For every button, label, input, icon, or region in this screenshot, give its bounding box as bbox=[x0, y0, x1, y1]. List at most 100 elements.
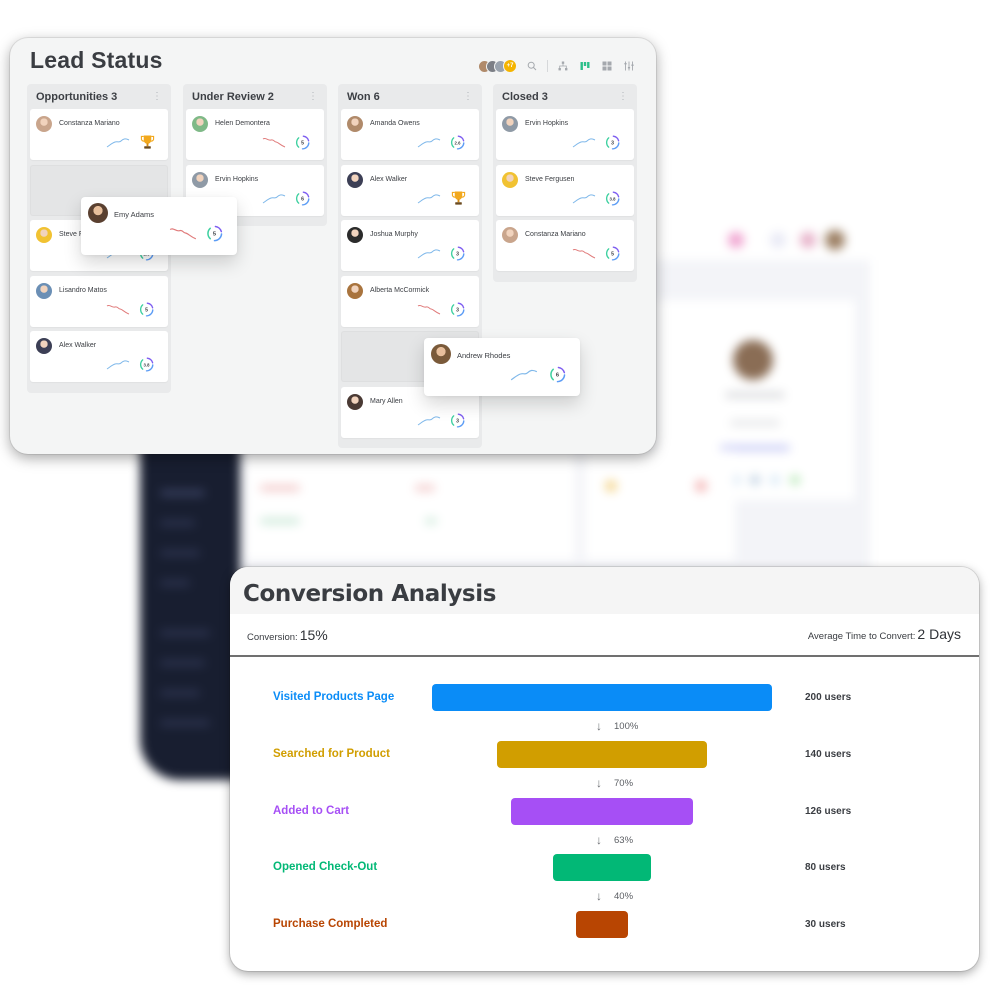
background-icon bbox=[750, 475, 760, 485]
lead-card[interactable]: Steve Fergusen 3.8 bbox=[496, 164, 634, 216]
score-ring: 2.6 bbox=[451, 135, 465, 150]
score-ring: 5 bbox=[606, 246, 620, 261]
background-text-line bbox=[425, 518, 437, 524]
avatar bbox=[502, 116, 518, 132]
dragging-lead-card[interactable]: Emy Adams 5 bbox=[81, 197, 237, 255]
funnel-users-count: 80 users bbox=[805, 862, 846, 873]
arrow-down-icon: ↓ bbox=[596, 833, 602, 847]
avatar bbox=[347, 227, 363, 243]
background-nav-line bbox=[160, 550, 200, 556]
step-conversion-rate: ↓ 100% bbox=[596, 719, 638, 733]
lead-card[interactable]: Lisandro Matos 5 bbox=[30, 275, 168, 327]
score-value: 3 bbox=[611, 140, 614, 146]
funnel-step: Purchase Completed 30 users bbox=[230, 911, 979, 939]
trend-up-sparkline bbox=[572, 193, 596, 203]
grid-view-icon[interactable] bbox=[600, 59, 614, 73]
column-title: Won 6 bbox=[347, 90, 380, 103]
avatar bbox=[88, 203, 108, 223]
step-rate-value: 70% bbox=[614, 777, 634, 789]
lead-card[interactable]: Amanda Owens 2.6 bbox=[341, 109, 479, 160]
lead-name: Alberta McCormick bbox=[370, 286, 430, 294]
background-nav-line bbox=[160, 580, 190, 586]
conversion-rate-value: 15% bbox=[299, 627, 328, 643]
hierarchy-icon[interactable] bbox=[556, 59, 570, 73]
funnel-step-label: Visited Products Page bbox=[273, 691, 395, 703]
team-avatars[interactable]: +7 bbox=[478, 59, 517, 73]
lead-card[interactable]: Joshua Murphy 3 bbox=[341, 220, 479, 271]
dragging-lead-card[interactable]: Andrew Rhodes 6 bbox=[424, 338, 580, 396]
column-title: Under Review 2 bbox=[192, 90, 274, 103]
background-icon bbox=[800, 232, 816, 248]
lead-card[interactable]: Alex Walker bbox=[341, 164, 479, 216]
lead-name: Constanza Mariano bbox=[525, 231, 586, 238]
background-icon bbox=[728, 232, 744, 248]
column-title: Closed 3 bbox=[502, 90, 548, 103]
trophy-icon bbox=[140, 135, 155, 149]
conversion-rate: Conversion: 15% bbox=[247, 627, 328, 643]
lead-card[interactable]: Constanza Mariano bbox=[30, 109, 168, 160]
step-rate-value: 40% bbox=[614, 890, 634, 902]
kanban-column: Closed 3 ⋮ Ervin Hopkins 3 Steve Fergusen 3.8… bbox=[493, 84, 637, 282]
score-ring: 3 bbox=[451, 413, 465, 428]
step-rate-value: 100% bbox=[614, 720, 639, 732]
kanban-view-icon[interactable] bbox=[578, 59, 592, 73]
lead-card[interactable]: Alex Walker 3.8 bbox=[30, 331, 168, 382]
background-table bbox=[585, 450, 735, 560]
search-icon[interactable] bbox=[525, 59, 539, 73]
arrow-down-icon: ↓ bbox=[596, 889, 602, 903]
lead-name: Constanza Mariano bbox=[59, 120, 120, 127]
avatar bbox=[347, 116, 363, 132]
trend-down-sparkline bbox=[106, 304, 130, 314]
trend-up-sparkline bbox=[572, 138, 596, 148]
score-ring: 5 bbox=[140, 302, 154, 317]
more-members-badge[interactable]: +7 bbox=[503, 59, 517, 73]
avatar bbox=[36, 116, 52, 132]
more-vertical-icon[interactable]: ⋮ bbox=[308, 91, 318, 102]
lead-name: Helen Demontera bbox=[215, 120, 270, 127]
funnel-bar[interactable] bbox=[496, 741, 708, 768]
background-nav-line bbox=[160, 630, 210, 636]
conversion-title: Conversion Analysis bbox=[243, 581, 496, 607]
conversion-stats: Conversion: 15% Average Time to Convert: 2… bbox=[230, 614, 979, 657]
trend-up-sparkline bbox=[417, 415, 441, 425]
lead-card[interactable]: Constanza Mariano 5 bbox=[496, 220, 634, 271]
avatar bbox=[347, 282, 363, 299]
score-value: 5 bbox=[301, 140, 304, 146]
column-header: Closed 3 ⋮ bbox=[496, 84, 634, 109]
funnel-bar[interactable] bbox=[432, 684, 772, 711]
trend-up-sparkline bbox=[417, 138, 441, 148]
background-icon bbox=[605, 480, 617, 492]
avatar bbox=[192, 171, 208, 188]
lead-name: Emy Adams bbox=[114, 210, 155, 219]
step-rate-value: 63% bbox=[614, 834, 634, 846]
column-header: Won 6 ⋮ bbox=[341, 84, 479, 109]
trend-down-sparkline bbox=[572, 248, 596, 259]
background-nav-line bbox=[160, 690, 200, 696]
funnel-step: Visited Products Page 200 users bbox=[230, 684, 979, 712]
funnel-bar[interactable] bbox=[552, 854, 652, 881]
funnel-step-label: Opened Check-Out bbox=[273, 861, 378, 873]
lead-name: Mary Allen bbox=[370, 397, 403, 405]
score-ring: 6 bbox=[296, 191, 310, 206]
filter-settings-icon[interactable] bbox=[622, 59, 636, 73]
more-vertical-icon[interactable]: ⋮ bbox=[463, 91, 473, 102]
lead-card[interactable]: Alberta McCormick 3 bbox=[341, 275, 479, 327]
background-text-line bbox=[730, 420, 780, 426]
lead-card[interactable]: Ervin Hopkins 3 bbox=[496, 109, 634, 160]
more-vertical-icon[interactable]: ⋮ bbox=[618, 91, 628, 102]
arrow-down-icon: ↓ bbox=[596, 719, 602, 733]
arrow-down-icon: ↓ bbox=[596, 776, 602, 790]
trend-up-sparkline bbox=[106, 138, 130, 148]
funnel-step: Added to Cart 126 users bbox=[230, 798, 979, 826]
trend-up-sparkline bbox=[262, 193, 286, 203]
column-header: Opportunities 3 ⋮ bbox=[30, 84, 168, 109]
funnel-bar[interactable] bbox=[510, 798, 694, 825]
background-nav-line bbox=[160, 720, 210, 726]
more-vertical-icon[interactable]: ⋮ bbox=[152, 91, 162, 102]
background-nav-line bbox=[160, 520, 195, 526]
background-text-line bbox=[415, 485, 435, 491]
funnel-bar[interactable] bbox=[576, 911, 628, 938]
lead-card[interactable]: Helen Demontera 5 bbox=[186, 109, 324, 160]
conversion-rate-label: Conversion: bbox=[247, 632, 298, 643]
avatar bbox=[36, 338, 52, 354]
